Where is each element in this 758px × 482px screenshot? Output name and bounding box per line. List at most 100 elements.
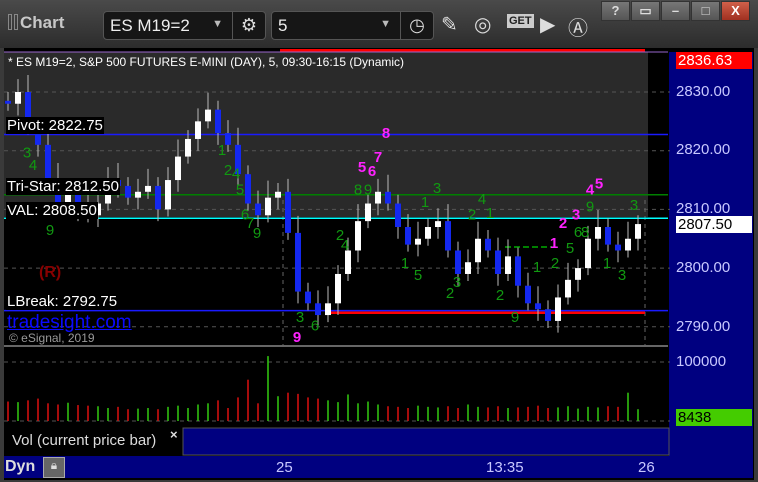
candle-body — [15, 92, 21, 104]
lock-icon[interactable]: 🔒︎ — [43, 457, 65, 478]
candle-body — [445, 221, 451, 251]
candle-body — [135, 191, 141, 198]
candle-body — [345, 250, 351, 274]
vol-legend-bar — [182, 427, 670, 456]
td-count-label: 5 — [595, 175, 603, 192]
td-count-label: 9 — [586, 199, 594, 216]
candle-body — [265, 197, 271, 216]
candle-body — [425, 227, 431, 239]
val-label: VAL: 2808.50 — [6, 202, 98, 219]
time-axis-bg — [4, 456, 669, 478]
td-count-label: 2 — [559, 215, 567, 232]
candle-body — [45, 144, 51, 181]
time-label: 26 — [638, 459, 655, 476]
td-count-label: 4 — [29, 157, 37, 174]
candle-body — [255, 203, 261, 216]
candle-body — [175, 156, 181, 181]
candle-body — [475, 238, 481, 263]
price-chart[interactable]: 34912 456793 6248 9151323241291 256891335 678… — [0, 0, 758, 482]
td-count-label: 9 — [364, 182, 372, 199]
r-marker: (R) — [39, 264, 62, 281]
td-count-label: 2 — [468, 206, 476, 223]
candle-body — [395, 203, 401, 228]
td-count-label: 8 — [382, 125, 390, 142]
td-count-label: 3 — [630, 197, 638, 214]
price-tick: 2820.00 — [676, 141, 731, 158]
candle-body — [145, 185, 151, 192]
td-count-label: 8 — [354, 182, 362, 199]
candle-body — [365, 203, 371, 222]
price-tick: 2790.00 — [676, 318, 731, 335]
volume-tick: 100000 — [676, 353, 727, 370]
td-count-label: 9 — [293, 329, 301, 346]
candle-body — [325, 303, 331, 316]
candle-body — [525, 285, 531, 304]
td-count-label: 4 — [232, 165, 240, 182]
td-count-label: 5 — [358, 159, 366, 176]
price-tick: 2810.00 — [676, 200, 731, 217]
td-count-label: 1 — [486, 205, 494, 222]
candle-body — [195, 121, 201, 139]
candle-body — [605, 227, 611, 245]
td-count-label: 1 — [401, 255, 409, 272]
chart-header: * ES M19=2, S&P 500 FUTURES E-MINI (DAY)… — [8, 55, 405, 69]
candle-body — [465, 262, 471, 274]
td-count-label: 9 — [46, 222, 54, 239]
vol-legend-close-icon[interactable]: × — [170, 427, 178, 442]
td-count-label: 1 — [421, 194, 429, 211]
price-tick: 2800.00 — [676, 259, 731, 276]
candle-body — [595, 227, 601, 239]
candle-body — [165, 180, 171, 210]
candle-body — [575, 268, 581, 280]
candle-body — [245, 174, 251, 204]
candle-body — [305, 291, 311, 304]
candle-body — [515, 256, 521, 286]
td-count-label: 9 — [253, 225, 261, 242]
candle-body — [615, 244, 621, 251]
td-count-label: 8 — [581, 224, 589, 241]
td-count-label: 6 — [311, 317, 319, 334]
candle-body — [495, 250, 501, 274]
td-count-label: 3 — [618, 267, 626, 284]
td-count-label: 3 — [433, 180, 441, 197]
candle-body — [545, 309, 551, 321]
candle-body — [415, 238, 421, 245]
candle-body — [315, 303, 321, 316]
copyright: © eSignal, 2019 — [9, 331, 95, 345]
td-count-label: 5 — [566, 240, 574, 257]
td-count-label: 1 — [603, 255, 611, 272]
lbreak-label: LBreak: 2792.75 — [6, 293, 119, 310]
candle-body — [355, 221, 361, 251]
time-label: 13:35 — [486, 459, 524, 476]
td-count-label: 7 — [374, 149, 382, 166]
volume-last-tag: 8438 — [676, 409, 752, 426]
candle-body — [375, 191, 381, 204]
td-count-label: 1 — [533, 259, 541, 276]
tristar-label: Tri-Star: 2812.50 — [6, 178, 120, 195]
candle-body — [155, 185, 161, 210]
candle-body — [535, 303, 541, 310]
candle-body — [205, 109, 211, 122]
td-count-label: 4 — [341, 237, 349, 254]
candle-body — [5, 100, 11, 104]
candle-body — [505, 256, 511, 274]
candle-body — [405, 227, 411, 245]
candle-body — [295, 232, 301, 292]
candle-body — [125, 185, 131, 198]
candle-body — [455, 250, 461, 274]
candle-body — [335, 273, 341, 304]
candle-body — [625, 238, 631, 251]
candle-body — [385, 191, 391, 204]
time-label: 25 — [276, 459, 293, 476]
last-price-tag: 2807.50 — [676, 216, 752, 233]
td-count-label: 5 — [414, 267, 422, 284]
high-price-tag: 2836.63 — [676, 52, 752, 69]
candle-body — [435, 221, 441, 228]
td-count-label: 2 — [496, 287, 504, 304]
candle-body — [285, 191, 291, 233]
td-count-label: 9 — [511, 309, 519, 326]
candle-body — [275, 191, 281, 198]
dyn-label[interactable]: Dyn — [5, 458, 35, 476]
td-count-label: 3 — [572, 206, 580, 223]
vol-legend-label: Vol (current price bar) — [12, 432, 157, 449]
